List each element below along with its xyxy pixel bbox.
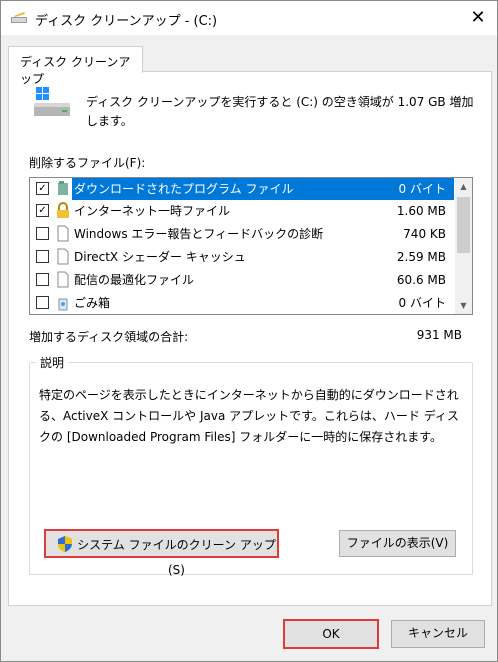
- item-name: ごみ箱: [74, 296, 111, 310]
- cancel-button[interactable]: キャンセル: [391, 620, 485, 648]
- description-title: 説明: [36, 354, 69, 371]
- list-scrollbar[interactable]: ▲ ▼: [455, 178, 472, 314]
- file-icon: [57, 248, 69, 265]
- cleanup-system-files-button[interactable]: システム ファイルのクリーン アップ(S): [44, 529, 279, 577]
- lock-icon: [57, 202, 69, 218]
- item-size: 60.6 MB: [396, 273, 446, 287]
- summary-text: ディスク クリーンアップを実行すると (C:) の空き領域が 1.07 GB 増…: [86, 95, 474, 128]
- file-icon: [57, 271, 69, 288]
- scroll-down-icon[interactable]: ▼: [455, 297, 472, 314]
- files-listbox[interactable]: ✓ ダウンロードされたプログラム ファイル 0 バイト ✓ インターネット一時フ…: [29, 177, 473, 315]
- item-name: 配信の最適化ファイル: [74, 273, 195, 287]
- main-panel: ディスク クリーンアップを実行すると (C:) の空き領域が 1.07 GB 増…: [8, 71, 492, 606]
- scroll-thumb[interactable]: [457, 197, 470, 253]
- file-icon: [57, 225, 69, 242]
- window-title: ディスク クリーンアップ - (C:): [35, 14, 218, 29]
- item-size: 0 バイト: [398, 296, 446, 310]
- item-name: DirectX シェーダー キャッシュ: [74, 250, 246, 264]
- disk-cleanup-window: ディスク クリーンアップ - (C:) ✕ ディスク クリーンアップ ディスク …: [0, 0, 498, 662]
- item-name: インターネット一時ファイル: [74, 204, 231, 218]
- scroll-up-icon[interactable]: ▲: [455, 178, 472, 195]
- list-item[interactable]: ごみ箱 0 バイト: [30, 292, 454, 314]
- close-icon[interactable]: ✕: [465, 5, 491, 31]
- list-item[interactable]: 配信の最適化ファイル 60.6 MB: [30, 269, 454, 291]
- total-space-label: 増加するディスク領域の合計:: [29, 330, 189, 344]
- disk-cleanup-app-icon: [11, 12, 27, 23]
- tab-label: ディスク クリーンアップ: [20, 55, 131, 86]
- list-item[interactable]: ✓ ダウンロードされたプログラム ファイル 0 バイト: [30, 178, 454, 200]
- list-item[interactable]: Windows エラー報告とフィードバックの診断 740 KB: [30, 223, 454, 245]
- item-size: 1.60 MB: [396, 204, 446, 218]
- uac-shield-icon: [58, 536, 72, 552]
- item-size: 0 バイト: [302, 178, 454, 200]
- list-item[interactable]: ✓ インターネット一時ファイル 1.60 MB: [30, 200, 454, 222]
- item-name: ダウンロードされたプログラム ファイル: [72, 178, 304, 200]
- checkbox[interactable]: ✓: [36, 204, 49, 217]
- checkbox[interactable]: ✓: [36, 182, 49, 195]
- files-to-delete-label: 削除するファイル(F):: [29, 156, 146, 170]
- ok-button[interactable]: OK: [283, 619, 379, 649]
- total-space-value: 931 MB: [416, 328, 462, 342]
- title-bar: ディスク クリーンアップ - (C:) ✕: [1, 1, 497, 35]
- checkbox[interactable]: [36, 250, 49, 263]
- recycle-bin-icon: [58, 298, 68, 311]
- description-text: 特定のページを表示したときにインターネットから自動的にダウンロードされる、Act…: [39, 388, 459, 444]
- checkbox[interactable]: [36, 273, 49, 286]
- view-files-button[interactable]: ファイルの表示(V): [339, 530, 456, 557]
- checkbox[interactable]: [36, 296, 49, 309]
- folder-icon: [58, 181, 68, 195]
- drive-icon: [34, 87, 70, 116]
- list-item[interactable]: DirectX シェーダー キャッシュ 2.59 MB: [30, 246, 454, 268]
- tab-disk-cleanup[interactable]: ディスク クリーンアップ: [8, 46, 143, 86]
- cleanup-system-files-label: システム ファイルのクリーン アップ(S): [77, 538, 276, 577]
- item-name: Windows エラー報告とフィードバックの診断: [74, 227, 324, 241]
- item-size: 740 KB: [403, 227, 446, 241]
- item-size: 2.59 MB: [396, 250, 446, 264]
- checkbox[interactable]: [36, 227, 49, 240]
